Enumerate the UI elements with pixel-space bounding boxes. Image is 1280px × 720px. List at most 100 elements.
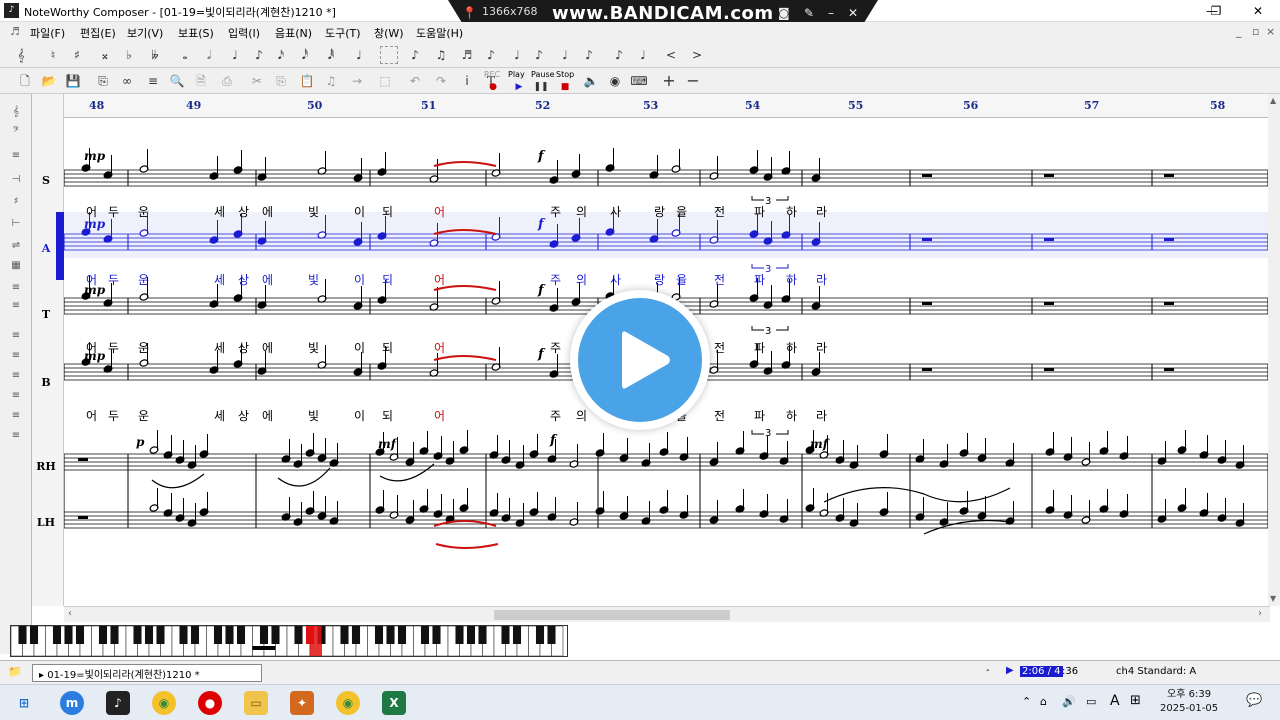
folder-icon[interactable]: 📁 [8, 665, 22, 678]
bar-icon[interactable]: ⊣ [6, 174, 26, 188]
black-key[interactable] [110, 626, 119, 644]
pencil-icon[interactable]: ✎ [804, 6, 814, 20]
lines-icon-6[interactable]: ≡ [6, 390, 26, 404]
info-icon[interactable]: i [458, 72, 476, 90]
paste-icon[interactable]: 📋 [298, 72, 316, 90]
open-folder-icon[interactable]: 📂 [40, 72, 58, 90]
doc-icon[interactable]: ♬ [10, 25, 20, 38]
lines-icon-4[interactable]: ≡ [6, 350, 26, 364]
zoom-out-icon[interactable]: − [684, 72, 702, 90]
tray-chevron-icon[interactable]: ⌃ [1022, 695, 1031, 708]
staff-props-icon[interactable]: 𝄞 [12, 46, 30, 64]
pinned-app-icon[interactable]: ✦ [290, 691, 314, 715]
whole-note-icon[interactable]: 𝅝 [176, 46, 194, 64]
sixteenth-note-icon[interactable]: 𝅘𝅥𝅯 [272, 46, 290, 64]
menu-notes[interactable]: 음표(N) [275, 25, 312, 41]
crescendo-icon[interactable]: < [662, 46, 680, 64]
globe-icon[interactable]: ◉ [606, 72, 624, 90]
file-tab[interactable]: ▸ 01-19=빛이되리라(계현찬)1210 * [32, 664, 262, 682]
camera-icon[interactable]: ◙ [778, 6, 790, 20]
menu-file[interactable]: 파일(F) [30, 25, 65, 41]
black-key[interactable] [64, 626, 73, 644]
double-dot-icon[interactable]: ♫ [432, 46, 450, 64]
quarter-note-icon[interactable]: ♩ [226, 46, 244, 64]
chord-icon[interactable] [380, 46, 398, 64]
doc-restore-button[interactable]: ▫ [1252, 25, 1259, 38]
half-note-icon[interactable]: 𝅗𝅥 [200, 46, 218, 64]
horizontal-scrollbar[interactable]: ‹ › [64, 606, 1270, 622]
save-icon[interactable]: 💾 [64, 72, 82, 90]
staff-label-lh[interactable]: LH [32, 516, 60, 529]
cut-icon[interactable]: ✂ [248, 72, 266, 90]
chrome-icon-2[interactable]: ◉ [336, 691, 360, 715]
input-language[interactable]: A [1110, 693, 1120, 709]
menu-insert[interactable]: 입력(I) [228, 25, 260, 41]
black-key[interactable] [374, 626, 384, 644]
lines-icon-2[interactable]: ≡ [6, 300, 26, 314]
vertical-scrollbar[interactable]: ▲ ▼ [1268, 94, 1280, 606]
black-key[interactable] [351, 626, 361, 644]
lines-icon-5[interactable]: ≡ [6, 370, 26, 384]
black-key[interactable] [340, 626, 349, 644]
bass-clef-icon[interactable]: 𝄢 [6, 126, 26, 140]
network-icon[interactable]: ⌂ [1040, 695, 1047, 708]
select-icon[interactable]: ⬚ [376, 72, 394, 90]
thirty-second-note-icon[interactable]: 𝅘𝅥𝅰 [296, 46, 314, 64]
black-key[interactable] [179, 626, 188, 644]
black-key[interactable] [397, 626, 407, 644]
zoom-in-icon[interactable]: + [660, 72, 678, 90]
file-explorer-icon[interactable]: ▭ [244, 691, 268, 715]
rest-icon[interactable]: ♩ [350, 46, 368, 64]
lines-icon-3[interactable]: ≡ [6, 330, 26, 344]
natural-icon[interactable]: ♮ [44, 46, 62, 64]
video-play-button[interactable] [570, 290, 710, 430]
accent-icon[interactable]: ♪ [530, 46, 548, 64]
staff-label-tenor[interactable]: T [32, 308, 60, 321]
menu-help[interactable]: 도움말(H) [416, 25, 463, 41]
excel-icon[interactable]: X [382, 691, 406, 715]
sixty-fourth-note-icon[interactable]: 𝅘𝅥𝅱 [322, 46, 340, 64]
close-button[interactable]: ✕ [1238, 0, 1278, 22]
black-key[interactable] [535, 626, 545, 644]
grace-icon[interactable]: ♪ [580, 46, 598, 64]
black-key[interactable] [294, 626, 303, 644]
double-flat-icon[interactable]: 𝄫 [146, 46, 164, 64]
grid-icon[interactable]: ▦ [6, 260, 26, 274]
menu-tools[interactable]: 도구(T) [325, 25, 361, 41]
black-key[interactable] [271, 626, 280, 644]
arrow-icon[interactable]: → [348, 72, 366, 90]
treble-clef-icon[interactable]: 𝄞 [6, 106, 26, 120]
lines-icon-7[interactable]: ≡ [6, 410, 26, 424]
menu-view[interactable]: 보기(V) [127, 25, 163, 41]
close-icon[interactable]: ✕ [848, 6, 858, 20]
black-key[interactable] [236, 626, 246, 644]
staff-label-bass[interactable]: B [32, 376, 60, 389]
menu-staff[interactable]: 보표(S) [178, 25, 214, 41]
black-key[interactable] [75, 626, 85, 644]
speaker-icon[interactable]: 🔈 [582, 72, 600, 90]
volume-icon[interactable]: 🔊 [1062, 695, 1076, 708]
sharp-icon[interactable]: ♯ [68, 46, 86, 64]
doc-close-button[interactable]: × [1266, 25, 1275, 38]
flat-icon[interactable]: ♭ [120, 46, 138, 64]
battery-icon[interactable]: ▭ [1086, 695, 1096, 708]
eighth-note-icon[interactable]: ♪ [250, 46, 268, 64]
noteworthy-taskbar-icon[interactable]: ♪ [106, 691, 130, 715]
staccato-icon[interactable]: ♩ [508, 46, 526, 64]
tie-icon[interactable]: ♬ [458, 46, 476, 64]
print-icon[interactable]: ⎙ [218, 72, 236, 90]
notification-icon[interactable]: 💬 [1246, 693, 1262, 708]
scrollbar-thumb[interactable] [494, 610, 730, 620]
staff-lines-icon[interactable]: ≡ [144, 72, 162, 90]
menu-window[interactable]: 창(W) [374, 25, 404, 41]
tempo-icon[interactable]: ⇌ [6, 240, 26, 254]
black-key[interactable] [98, 626, 108, 644]
pin-icon[interactable]: 📍 [462, 6, 477, 20]
chrome-icon[interactable]: ◉ [152, 691, 176, 715]
black-key[interactable] [432, 626, 441, 644]
black-key[interactable] [547, 626, 556, 644]
black-key[interactable] [18, 626, 27, 644]
black-key[interactable] [478, 626, 487, 644]
time-icon[interactable]: ⊢ [6, 218, 26, 232]
note-paste-icon[interactable]: ♫ [322, 72, 340, 90]
